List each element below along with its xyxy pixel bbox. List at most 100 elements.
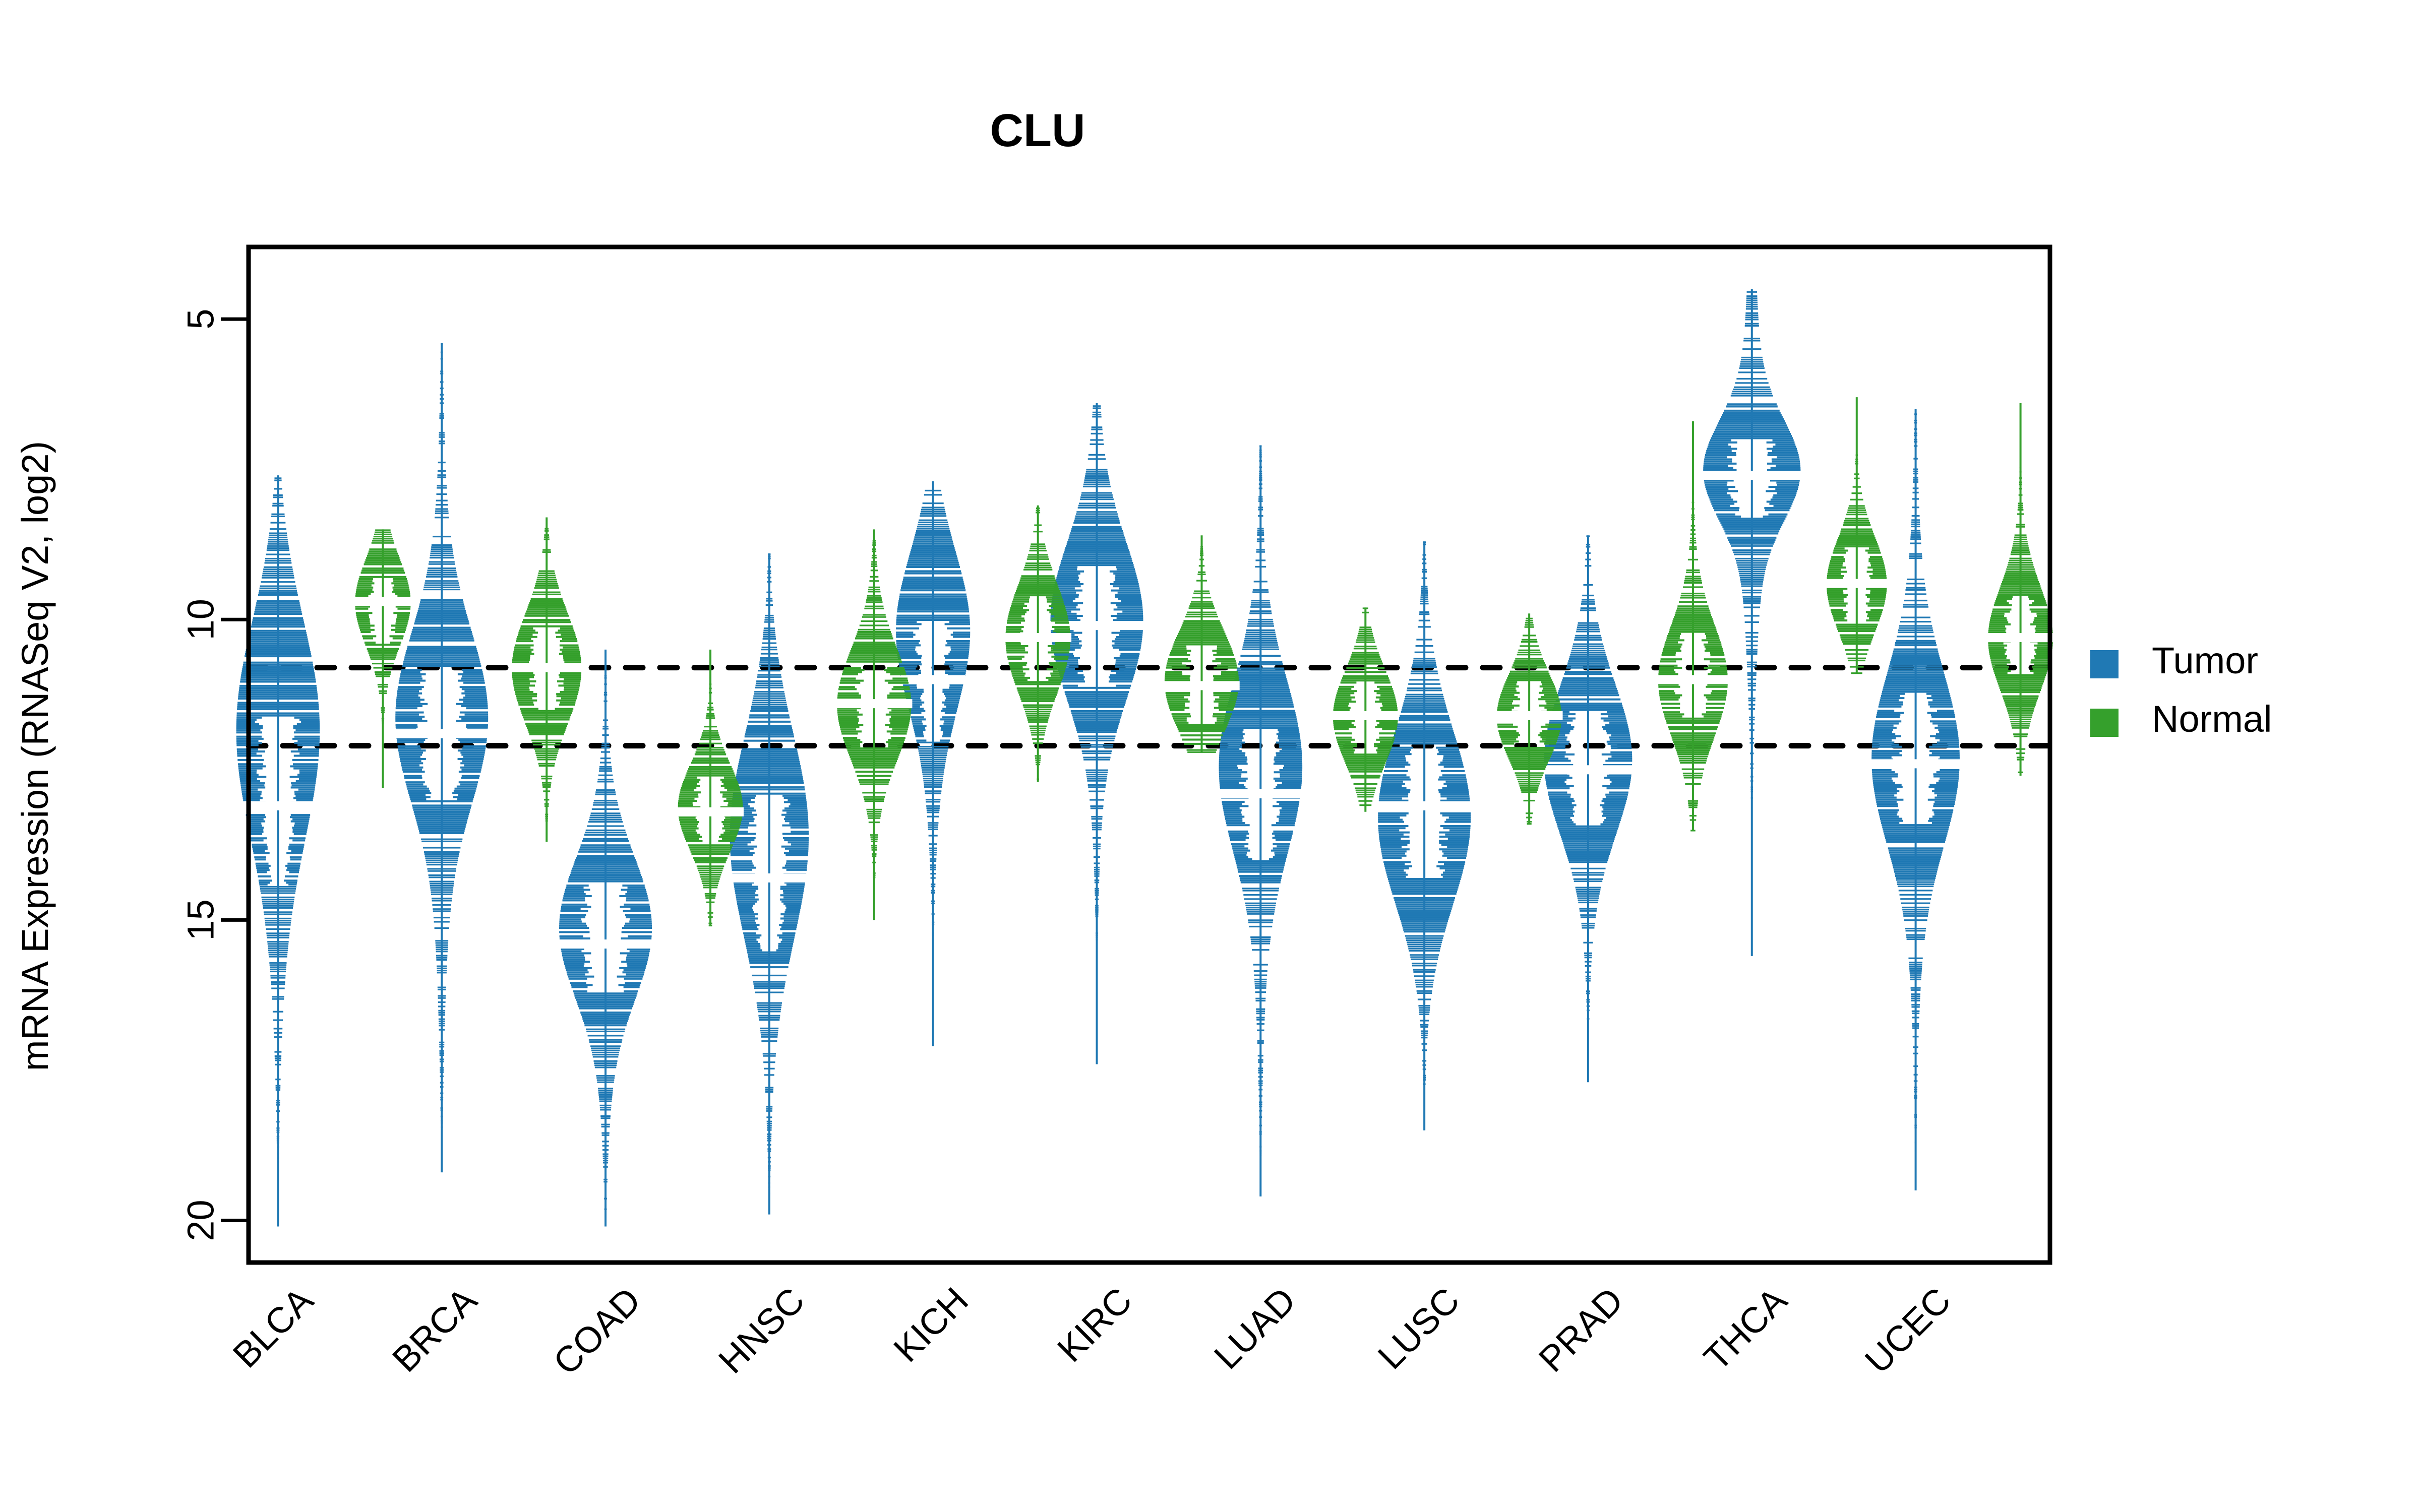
violin-strip [397,690,419,692]
violin-strip [1049,605,1065,607]
violin-strip [919,754,947,756]
violin-strip [703,887,718,889]
violin-strip [252,846,268,848]
legend-swatch-tumor[interactable] [2090,650,2119,678]
violin-strip [565,965,584,967]
violin-strip [1187,751,1216,753]
violin-strip [396,703,428,705]
violin-strip [431,548,453,550]
violin-strip [258,875,271,877]
violin-strip [1244,638,1277,640]
violin-strip [597,1088,614,1090]
violin-strip [722,795,742,798]
violin-strip [461,669,482,671]
violin-strip [1412,666,1437,668]
legend-swatch-normal[interactable] [2090,709,2119,737]
violin-strip [1438,791,1469,793]
violin-strip [911,718,926,721]
violin-strip [840,679,864,682]
violin-strip [1937,794,1957,797]
violin-strip [1737,566,1767,568]
violin-strip [1933,803,1955,805]
violin-strip [2028,596,2044,598]
violin-strip [2012,727,2029,729]
violin-strip [1664,643,1682,646]
violin-strip [417,824,466,826]
violin-strip [1674,745,1712,747]
violin-strip [872,540,876,542]
violin-strip [1911,519,1920,521]
violin-strip [1521,791,1537,793]
violin-strip [594,1062,617,1064]
violin-strip [1501,740,1519,743]
violin-strip [943,722,954,725]
violin-strip [1033,742,1043,744]
violin-strip [1894,872,1937,875]
violin-strip [1236,669,1285,672]
violin-strip [254,856,266,859]
violin-strip [924,786,942,788]
violin-strip [1095,898,1099,900]
violin-strip [1911,999,1920,1001]
violin-strip [1669,628,1717,631]
violin-strip [436,499,448,501]
violin-strip [432,898,452,900]
violin-strip [1053,666,1066,668]
violin-strip [1659,696,1680,699]
violin-strip [438,997,446,999]
violin-strip [440,1069,444,1071]
violin-strip [378,686,388,688]
violin-strip [1422,1068,1426,1070]
violin-strip [1677,753,1709,755]
violin-strip [1031,732,1045,734]
violin-strip [1880,699,1899,702]
violin-strip [461,692,487,695]
violin-strip [1748,700,1756,702]
violin-strip [1379,698,1396,701]
violin-strip [381,720,384,722]
violin-strip [1839,634,1874,637]
violin-strip [1443,766,1464,768]
violin-strip [253,852,270,854]
violin-strip [267,545,289,547]
violin-strip [1995,598,2012,600]
violin-strip [1415,984,1433,986]
violin-strip [294,742,320,744]
violin-strip [740,919,755,922]
violin-strip [731,860,752,863]
violin-strip [1172,645,1187,648]
violin-strip [1168,658,1188,660]
violin-strip [1077,507,1116,509]
violin-strip [1279,769,1303,772]
violin-strip [1767,454,1799,457]
violin-strip [629,950,650,953]
violin-strip [1510,762,1548,764]
violin-strip [262,903,294,905]
violin-strip [1076,513,1118,515]
violin-strip [1739,367,1765,369]
violin-strip [563,961,590,963]
violin-strip [1052,630,1070,633]
violin-strip [1359,626,1372,628]
violin-strip [1095,905,1099,907]
violin-strip [1342,677,1389,679]
violin-strip [1773,446,1796,448]
violin-strip [1029,549,1047,552]
violin-strip [697,747,724,749]
violin-strip [2007,708,2035,710]
violin-strip [1234,856,1248,858]
violin-strip [1357,796,1374,798]
violin-strip [1909,964,1922,966]
violin-strip [2011,549,2030,551]
violin-strip [1234,678,1287,680]
violin-strip [1872,739,1892,742]
violin-strip [1441,873,1462,876]
violin-strip [913,725,927,727]
violin-strip [1374,743,1393,745]
violin-strip [1745,323,1759,325]
violin-strip [2019,471,2022,473]
violin-strip [766,1122,772,1125]
violin-strip [748,720,791,723]
violin-strip [1019,694,1057,696]
violin-strip [1888,847,1944,850]
